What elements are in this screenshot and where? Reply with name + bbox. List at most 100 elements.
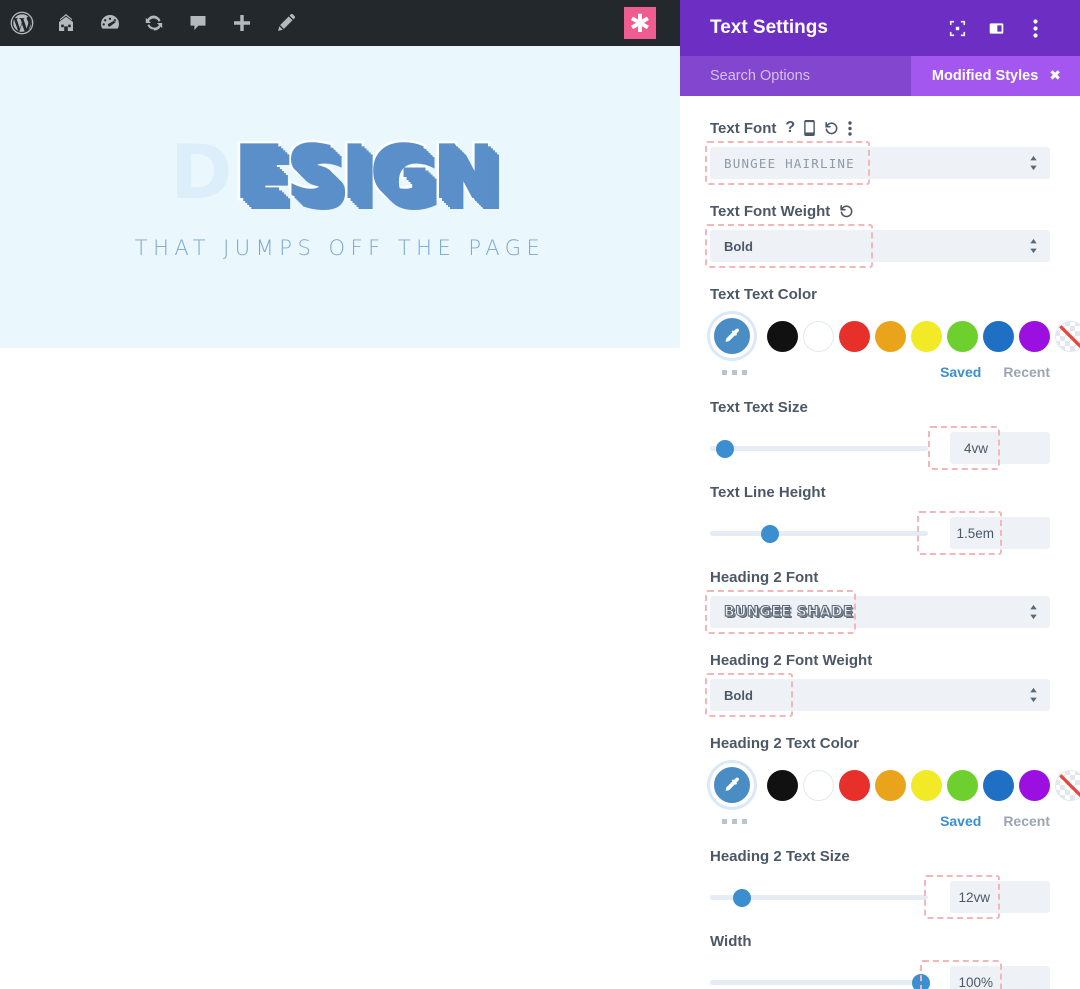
field-label: Text Line Height bbox=[710, 483, 826, 501]
field-text-font-weight: Text Font Weight Bold bbox=[705, 201, 1050, 268]
help-icon[interactable]: ? bbox=[785, 119, 795, 137]
edit-pencil-icon[interactable] bbox=[264, 0, 308, 46]
text-line-height-label-row: Text Line Height bbox=[710, 482, 1050, 502]
swatch-red[interactable] bbox=[839, 320, 870, 352]
swatch-white[interactable] bbox=[803, 320, 834, 352]
swatch-transparent[interactable] bbox=[1055, 320, 1080, 352]
new-plus-icon[interactable] bbox=[220, 0, 264, 46]
hero-title: DESIGN bbox=[168, 132, 498, 212]
swatch-purple[interactable] bbox=[1019, 769, 1050, 801]
swatch-black[interactable] bbox=[767, 769, 798, 801]
reset-icon[interactable] bbox=[824, 121, 839, 136]
hero-title-solid: ESIGN bbox=[231, 127, 497, 216]
select-spinner-icon[interactable] bbox=[1029, 687, 1038, 703]
color-source-tabs: Saved Recent bbox=[940, 364, 1050, 380]
more-vertical-icon[interactable] bbox=[848, 120, 852, 136]
field-text-text-color: Text Text Color Saved Recent bbox=[710, 284, 1080, 383]
eyedropper-icon[interactable] bbox=[710, 314, 754, 358]
search-input[interactable] bbox=[710, 68, 910, 84]
wordpress-logo-icon[interactable] bbox=[0, 0, 44, 46]
field-label: Heading 2 Text Size bbox=[710, 847, 850, 865]
heading2-font-label-row: Heading 2 Font bbox=[710, 567, 1050, 587]
text-text-size-value: 4vw bbox=[963, 440, 988, 456]
heading2-color-swatch-row bbox=[710, 762, 1080, 808]
field-label: Heading 2 Text Color bbox=[710, 734, 859, 752]
slider-track[interactable] bbox=[710, 980, 928, 985]
hero-title-faded-letter: D bbox=[168, 127, 235, 216]
update-refresh-icon[interactable] bbox=[132, 0, 176, 46]
tab-recent-colors[interactable]: Recent bbox=[1003, 364, 1050, 380]
swatch-orange[interactable] bbox=[875, 769, 906, 801]
close-icon[interactable]: ✖ bbox=[1049, 68, 1061, 84]
field-text-font: Text Font ? BUNGEE HAIRLINE bbox=[705, 118, 1050, 185]
select-spinner-icon[interactable] bbox=[1029, 604, 1038, 620]
field-heading2-font: Heading 2 Font BUNGEE SHADE bbox=[705, 567, 1050, 634]
panel-body: Text Font ? BUNGEE HAIRLINE Text Font We… bbox=[680, 96, 1080, 989]
swatch-transparent[interactable] bbox=[1055, 769, 1080, 801]
field-text-line-height: Text Line Height 1.5em bbox=[710, 482, 1050, 557]
swatch-yellow[interactable] bbox=[911, 320, 942, 352]
field-heading2-text-color: Heading 2 Text Color Saved Recent bbox=[710, 733, 1080, 832]
modified-styles-filter[interactable]: Modified Styles ✖ bbox=[910, 56, 1080, 96]
responsive-mobile-icon[interactable] bbox=[804, 120, 816, 136]
divi-asterisk-icon[interactable]: ✱ bbox=[624, 7, 656, 39]
heading2-font-weight-select[interactable] bbox=[710, 679, 1050, 711]
swatch-blue[interactable] bbox=[983, 769, 1014, 801]
field-width: Width 100% bbox=[710, 931, 1050, 989]
slider-track[interactable] bbox=[710, 446, 928, 451]
field-heading2-font-weight: Heading 2 Font Weight Bold bbox=[705, 650, 1050, 717]
swatch-red[interactable] bbox=[839, 769, 870, 801]
site-home-icon[interactable] bbox=[44, 0, 88, 46]
page-preview: ✱ DESIGN THAT JUMPS OFF THE PAGE bbox=[0, 0, 680, 989]
select-spinner-icon[interactable] bbox=[1029, 155, 1038, 171]
text-text-size-label-row: Text Text Size bbox=[710, 397, 1050, 417]
text-font-value: BUNGEE HAIRLINE bbox=[724, 155, 855, 171]
slider-handle[interactable] bbox=[716, 439, 734, 458]
swatch-yellow[interactable] bbox=[911, 769, 942, 801]
swatch-black[interactable] bbox=[767, 320, 798, 352]
field-label: Heading 2 Font Weight bbox=[710, 651, 873, 669]
heading2-text-size-label-row: Heading 2 Text Size bbox=[710, 846, 1050, 866]
heading2-color-meta-row: Saved Recent bbox=[710, 810, 1050, 832]
tab-recent-colors[interactable]: Recent bbox=[1003, 813, 1050, 829]
text-text-size-slider-row: 4vw bbox=[710, 426, 1050, 472]
tab-saved-colors[interactable]: Saved bbox=[940, 813, 981, 829]
dashboard-gauge-icon[interactable] bbox=[88, 0, 132, 46]
divi-visual-builder: ✱ DESIGN THAT JUMPS OFF THE PAGE Text Se… bbox=[0, 0, 1080, 989]
text-font-select-wrap: BUNGEE HAIRLINE bbox=[705, 141, 1050, 185]
select-spinner-icon[interactable] bbox=[1029, 238, 1038, 254]
text-settings-panel: Text Settings Modified Styles ✖ Text F bbox=[680, 0, 1080, 989]
field-heading2-text-size: Heading 2 Text Size 12vw bbox=[710, 846, 1050, 921]
text-font-weight-value: Bold bbox=[724, 238, 753, 254]
swatch-blue[interactable] bbox=[983, 320, 1014, 352]
split-layout-icon[interactable] bbox=[979, 11, 1013, 45]
swatch-green[interactable] bbox=[947, 769, 978, 801]
more-colors-icon[interactable] bbox=[710, 818, 747, 824]
focus-expand-icon[interactable] bbox=[940, 11, 974, 45]
tab-saved-colors[interactable]: Saved bbox=[940, 364, 981, 380]
field-label: Width bbox=[710, 932, 752, 950]
width-slider-row: 100% bbox=[710, 960, 1050, 989]
width-value: 100% bbox=[958, 974, 993, 989]
swatch-orange[interactable] bbox=[875, 320, 906, 352]
hero-section: DESIGN THAT JUMPS OFF THE PAGE bbox=[0, 46, 680, 348]
eyedropper-icon[interactable] bbox=[710, 763, 754, 807]
text-line-height-slider-row: 1.5em bbox=[710, 511, 1050, 557]
swatch-purple[interactable] bbox=[1019, 320, 1050, 352]
more-colors-icon[interactable] bbox=[710, 369, 747, 375]
comment-bubble-icon[interactable] bbox=[176, 0, 220, 46]
reset-icon[interactable] bbox=[839, 204, 854, 219]
text-font-weight-select[interactable] bbox=[710, 230, 1050, 262]
panel-search-bar: Modified Styles ✖ bbox=[680, 56, 1080, 96]
text-font-label-row: Text Font ? bbox=[710, 118, 1050, 138]
more-vertical-icon[interactable] bbox=[1018, 11, 1052, 45]
slider-handle[interactable] bbox=[733, 888, 751, 907]
slider-handle[interactable] bbox=[912, 973, 930, 989]
heading2-text-color-label-row: Heading 2 Text Color bbox=[710, 733, 1050, 753]
slider-track[interactable] bbox=[710, 531, 928, 536]
swatch-white[interactable] bbox=[803, 769, 834, 801]
text-line-height-value: 1.5em bbox=[956, 525, 994, 541]
heading2-text-size-slider-row: 12vw bbox=[710, 875, 1050, 921]
swatch-green[interactable] bbox=[947, 320, 978, 352]
slider-handle[interactable] bbox=[761, 524, 779, 543]
